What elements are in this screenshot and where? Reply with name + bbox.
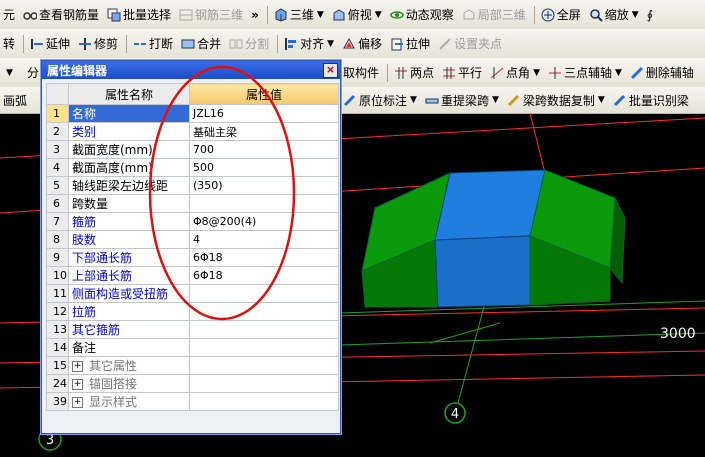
annotation-ellipse (148, 65, 296, 321)
annotation-overlay (148, 65, 296, 321)
